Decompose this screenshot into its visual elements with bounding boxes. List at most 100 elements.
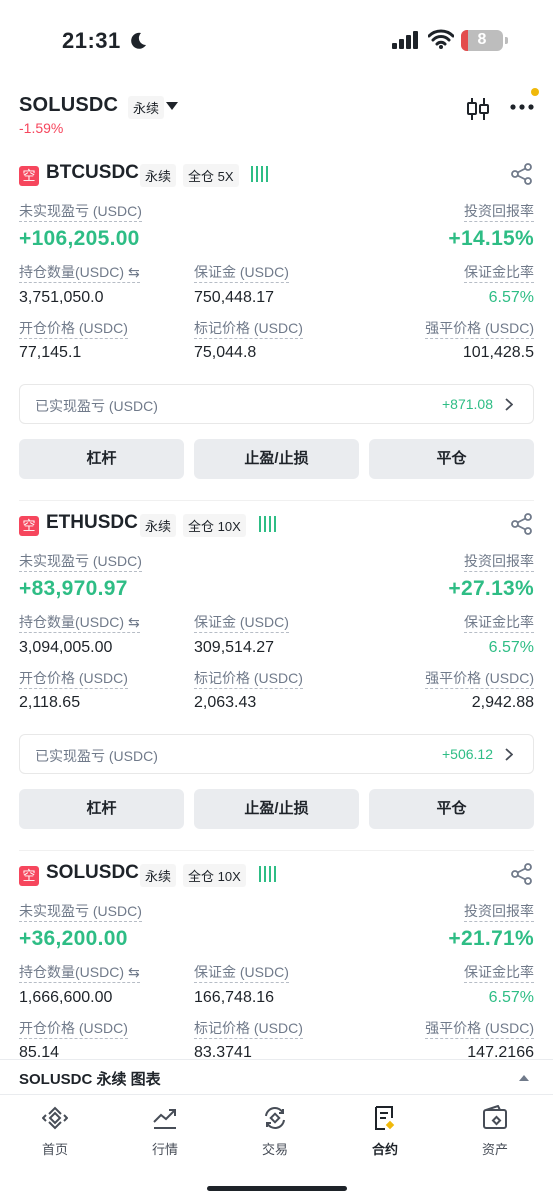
roi-label[interactable]: 投资回报率 xyxy=(464,203,534,222)
unrealized-pnl-label[interactable]: 未实现盈亏 (USDC) xyxy=(19,203,142,222)
short-badge: 空 xyxy=(19,866,39,886)
chart-toggle-label: SOLUSDC 永续 图表 xyxy=(19,1071,161,1088)
close-position-button[interactable]: 平仓 xyxy=(369,439,534,479)
margin-ratio-value: 6.57% xyxy=(488,289,534,306)
symbol-dropdown-icon[interactable] xyxy=(166,102,178,110)
margin-value: 166,748.16 xyxy=(194,989,275,1006)
unrealized-pnl-label[interactable]: 未实现盈亏 (USDC) xyxy=(19,903,142,922)
contract-header: SOLUSDC 永续 -1.59% xyxy=(0,88,553,138)
perpetual-tag: 永续 xyxy=(140,514,177,537)
position-size-label[interactable]: 持仓数量(USDC) ⇆ xyxy=(19,964,140,983)
margin-ratio-label[interactable]: 保证金比率 xyxy=(464,964,534,983)
position-symbol[interactable]: BTCUSDC xyxy=(46,162,139,184)
position-size-value: 3,751,050.0 xyxy=(19,289,104,306)
position-size-label[interactable]: 持仓数量(USDC) ⇆ xyxy=(19,264,140,283)
leverage-button[interactable]: 杠杆 xyxy=(19,439,184,479)
swap-unit-icon[interactable]: ⇆ xyxy=(128,614,140,630)
margin-mode-tag[interactable]: 全仓 5X xyxy=(183,164,239,187)
unrealized-pnl-value: +36,200.00 xyxy=(19,927,128,950)
roi-label[interactable]: 投资回报率 xyxy=(464,903,534,922)
candlestick-chart-icon[interactable] xyxy=(466,96,490,122)
entry-price-value: 2,118.65 xyxy=(19,694,81,711)
position-card: 空 ETHUSDC 永续 全仓 10X 未实现盈亏 (USDC) 投资回报率 +83,97… xyxy=(0,500,553,840)
margin-ratio-label[interactable]: 保证金比率 xyxy=(464,264,534,283)
wallet-icon xyxy=(483,1105,507,1129)
tab-futures[interactable]: 合约 xyxy=(330,1095,440,1165)
more-icon[interactable] xyxy=(510,104,534,110)
roi-label[interactable]: 投资回报率 xyxy=(464,553,534,572)
margin-mode-tag[interactable]: 全仓 10X xyxy=(183,864,246,887)
chevron-right-icon xyxy=(505,748,513,761)
margin-ratio-value: 6.57% xyxy=(488,639,534,656)
position-size-value: 3,094,005.00 xyxy=(19,639,113,656)
unrealized-pnl-value: +106,205.00 xyxy=(19,227,140,250)
swap-unit-icon[interactable]: ⇆ xyxy=(128,264,140,280)
roi-value: +14.15% xyxy=(448,227,534,250)
leverage-button[interactable]: 杠杆 xyxy=(19,789,184,829)
realized-pnl-value: +506.12 xyxy=(442,746,493,762)
moon-icon xyxy=(131,32,146,49)
binance-logo-icon xyxy=(42,1106,68,1130)
liquidation-price-label[interactable]: 强平价格 (USDC) xyxy=(425,1020,534,1039)
mark-price-value: 83.3741 xyxy=(194,1044,252,1059)
position-symbol[interactable]: SOLUSDC xyxy=(46,862,139,884)
position-size-label[interactable]: 持仓数量(USDC) ⇆ xyxy=(19,614,140,633)
tab-assets[interactable]: 资产 xyxy=(440,1095,550,1165)
mark-price-label[interactable]: 标记价格 (USDC) xyxy=(194,320,303,339)
contract-symbol[interactable]: SOLUSDC xyxy=(19,94,118,117)
tab-trade[interactable]: 交易 xyxy=(220,1095,330,1165)
realized-pnl-value: +871.08 xyxy=(442,396,493,412)
trade-exchange-icon xyxy=(265,1107,285,1129)
liquidation-price-value: 2,942.88 xyxy=(471,694,534,711)
unrealized-pnl-label[interactable]: 未实现盈亏 (USDC) xyxy=(19,553,142,572)
notification-dot xyxy=(531,88,539,96)
chevron-right-icon xyxy=(505,398,513,411)
position-card: 空 SOLUSDC 永续 全仓 10X 未实现盈亏 (USDC) 投资回报率 +36,20… xyxy=(0,850,553,1059)
chart-toggle-bar[interactable]: SOLUSDC 永续 图表 xyxy=(0,1059,553,1095)
realized-pnl-row[interactable]: 已实现盈亏 (USDC) +871.08 xyxy=(19,384,534,424)
share-icon[interactable] xyxy=(511,863,533,885)
perpetual-tag: 永续 xyxy=(128,96,165,119)
chevron-up-icon[interactable] xyxy=(519,1075,529,1081)
adl-indicator-icon xyxy=(259,866,276,882)
share-icon[interactable] xyxy=(511,513,533,535)
mark-price-value: 75,044.8 xyxy=(194,344,257,361)
tab-markets[interactable]: 行情 xyxy=(110,1095,220,1165)
margin-label[interactable]: 保证金 (USDC) xyxy=(194,964,289,983)
futures-icon xyxy=(375,1106,395,1130)
entry-price-label[interactable]: 开仓价格 (USDC) xyxy=(19,320,128,339)
margin-label[interactable]: 保证金 (USDC) xyxy=(194,614,289,633)
adl-indicator-icon xyxy=(251,166,268,182)
margin-label[interactable]: 保证金 (USDC) xyxy=(194,264,289,283)
close-position-button[interactable]: 平仓 xyxy=(369,789,534,829)
liquidation-price-label[interactable]: 强平价格 (USDC) xyxy=(425,670,534,689)
tpsl-button[interactable]: 止盈/止损 xyxy=(194,439,359,479)
card-divider xyxy=(19,500,534,501)
mark-price-label[interactable]: 标记价格 (USDC) xyxy=(194,1020,303,1039)
position-size-value: 1,666,600.00 xyxy=(19,989,113,1006)
short-badge: 空 xyxy=(19,516,39,536)
battery-icon: 8 xyxy=(461,30,503,51)
tpsl-button[interactable]: 止盈/止损 xyxy=(194,789,359,829)
clock: 21:31 xyxy=(62,28,121,53)
margin-ratio-label[interactable]: 保证金比率 xyxy=(464,614,534,633)
status-bar: 21:31 8 xyxy=(0,0,553,82)
card-divider xyxy=(19,850,534,851)
share-icon[interactable] xyxy=(511,163,533,185)
perpetual-tag: 永续 xyxy=(140,864,177,887)
entry-price-value: 85.14 xyxy=(19,1044,60,1059)
mark-price-label[interactable]: 标记价格 (USDC) xyxy=(194,670,303,689)
liquidation-price-label[interactable]: 强平价格 (USDC) xyxy=(425,320,534,339)
tab-home[interactable]: 首页 xyxy=(0,1095,110,1165)
position-symbol[interactable]: ETHUSDC xyxy=(46,512,138,534)
entry-price-label[interactable]: 开仓价格 (USDC) xyxy=(19,1020,128,1039)
liquidation-price-value: 147.2166 xyxy=(467,1044,534,1059)
swap-unit-icon[interactable]: ⇆ xyxy=(128,964,140,980)
realized-pnl-row[interactable]: 已实现盈亏 (USDC) +506.12 xyxy=(19,734,534,774)
unrealized-pnl-value: +83,970.97 xyxy=(19,577,128,600)
margin-value: 309,514.27 xyxy=(194,639,275,656)
realized-pnl-label: 已实现盈亏 (USDC) xyxy=(35,748,158,764)
entry-price-label[interactable]: 开仓价格 (USDC) xyxy=(19,670,128,689)
margin-mode-tag[interactable]: 全仓 10X xyxy=(183,514,246,537)
mark-price-value: 2,063.43 xyxy=(194,694,257,711)
